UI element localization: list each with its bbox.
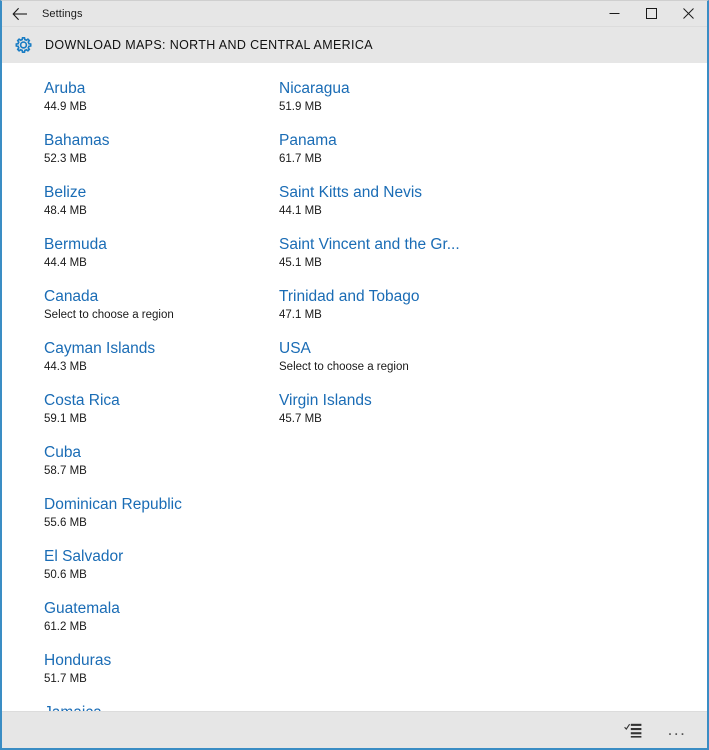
page-header: DOWNLOAD MAPS: NORTH AND CENTRAL AMERICA	[2, 26, 707, 63]
map-size: 45.1 MB	[279, 257, 322, 269]
maximize-icon	[646, 8, 657, 19]
maximize-button[interactable]	[633, 1, 670, 26]
map-list-item[interactable]: Saint Kitts and Nevis 44.1 MB	[279, 183, 514, 220]
map-name[interactable]: El Salvador	[44, 547, 279, 566]
map-name[interactable]: Cuba	[44, 443, 279, 462]
map-list-item[interactable]: Honduras 51.7 MB	[44, 651, 279, 688]
map-size: 52.3 MB	[44, 153, 87, 165]
map-name[interactable]: Dominican Republic	[44, 495, 279, 514]
map-list-item[interactable]: Trinidad and Tobago 47.1 MB	[279, 287, 514, 324]
map-name[interactable]: Jamaica	[44, 703, 279, 711]
map-name[interactable]: Trinidad and Tobago	[279, 287, 514, 306]
app-title: Settings	[42, 7, 83, 20]
map-size: 48.4 MB	[44, 205, 87, 217]
maps-columns: Aruba 44.9 MB Bahamas 52.3 MB Belize 48.…	[2, 79, 707, 711]
map-name[interactable]: Panama	[279, 131, 514, 150]
map-name[interactable]: USA	[279, 339, 514, 358]
title-bar: Settings	[2, 1, 707, 26]
page-title: DOWNLOAD MAPS: NORTH AND CENTRAL AMERICA	[45, 38, 373, 52]
close-icon	[683, 8, 694, 19]
map-size: 51.7 MB	[44, 673, 87, 685]
map-list-item[interactable]: Cayman Islands 44.3 MB	[44, 339, 279, 376]
map-name[interactable]: Honduras	[44, 651, 279, 670]
map-size: 51.9 MB	[279, 101, 322, 113]
back-arrow-icon	[12, 7, 27, 20]
minimize-icon	[609, 13, 620, 14]
maps-column-right: Nicaragua 51.9 MB Panama 61.7 MB Saint K…	[279, 79, 514, 711]
map-list-item[interactable]: Nicaragua 51.9 MB	[279, 79, 514, 116]
select-all-icon	[624, 723, 642, 738]
bottom-command-bar: ...	[2, 711, 707, 748]
map-size: 58.7 MB	[44, 465, 87, 477]
map-name[interactable]: Virgin Islands	[279, 391, 514, 410]
gear-icon-glyph	[14, 36, 32, 53]
map-name[interactable]: Costa Rica	[44, 391, 279, 410]
map-size: 44.4 MB	[44, 257, 87, 269]
map-name[interactable]: Cayman Islands	[44, 339, 279, 358]
map-list-item[interactable]: Guatemala 61.2 MB	[44, 599, 279, 636]
map-name[interactable]: Bahamas	[44, 131, 279, 150]
map-list-item[interactable]: Panama 61.7 MB	[279, 131, 514, 168]
map-list-item[interactable]: Dominican Republic 55.6 MB	[44, 495, 279, 532]
map-size: 44.1 MB	[279, 205, 322, 217]
maps-content: Aruba 44.9 MB Bahamas 52.3 MB Belize 48.…	[2, 63, 707, 711]
map-list-item[interactable]: Virgin Islands 45.7 MB	[279, 391, 514, 428]
map-size: 45.7 MB	[279, 413, 322, 425]
map-name[interactable]: Nicaragua	[279, 79, 514, 98]
map-size: 61.7 MB	[279, 153, 322, 165]
map-name[interactable]: Saint Kitts and Nevis	[279, 183, 514, 202]
map-list-item[interactable]: Belize 48.4 MB	[44, 183, 279, 220]
map-size: 50.6 MB	[44, 569, 87, 581]
back-button[interactable]	[2, 1, 38, 26]
map-name[interactable]: Guatemala	[44, 599, 279, 618]
map-size: 59.1 MB	[44, 413, 87, 425]
map-size: 44.3 MB	[44, 361, 87, 373]
select-all-button[interactable]	[611, 713, 655, 747]
map-name[interactable]: Saint Vincent and the Gr...	[279, 235, 514, 254]
map-size: 55.6 MB	[44, 517, 87, 529]
map-list-item[interactable]: Bermuda 44.4 MB	[44, 235, 279, 272]
minimize-button[interactable]	[596, 1, 633, 26]
map-list-item[interactable]: Aruba 44.9 MB	[44, 79, 279, 116]
map-list-item[interactable]: El Salvador 50.6 MB	[44, 547, 279, 584]
map-size: Select to choose a region	[44, 309, 174, 321]
map-list-item[interactable]: Saint Vincent and the Gr... 45.1 MB	[279, 235, 514, 272]
more-options-button[interactable]: ...	[655, 713, 699, 747]
maps-column-left: Aruba 44.9 MB Bahamas 52.3 MB Belize 48.…	[44, 79, 279, 711]
map-name[interactable]: Aruba	[44, 79, 279, 98]
map-name[interactable]: Belize	[44, 183, 279, 202]
map-size: 61.2 MB	[44, 621, 87, 633]
map-name[interactable]: Canada	[44, 287, 279, 306]
map-list-item[interactable]: Jamaica 47.3 MB	[44, 703, 279, 711]
map-list-item[interactable]: Cuba 58.7 MB	[44, 443, 279, 480]
gear-icon	[4, 35, 42, 56]
ellipsis-icon: ...	[667, 720, 687, 739]
map-size: 44.9 MB	[44, 101, 87, 113]
map-list-item[interactable]: Costa Rica 59.1 MB	[44, 391, 279, 428]
map-list-item[interactable]: Canada Select to choose a region	[44, 287, 279, 324]
settings-window: Settings DOWNLOAD MAPS: NORTH AND CENTRA…	[0, 0, 709, 750]
close-button[interactable]	[670, 1, 707, 26]
map-list-item[interactable]: Bahamas 52.3 MB	[44, 131, 279, 168]
map-list-item[interactable]: USA Select to choose a region	[279, 339, 514, 376]
map-size: 47.1 MB	[279, 309, 322, 321]
map-name[interactable]: Bermuda	[44, 235, 279, 254]
window-controls	[596, 1, 707, 26]
map-size: Select to choose a region	[279, 361, 409, 373]
